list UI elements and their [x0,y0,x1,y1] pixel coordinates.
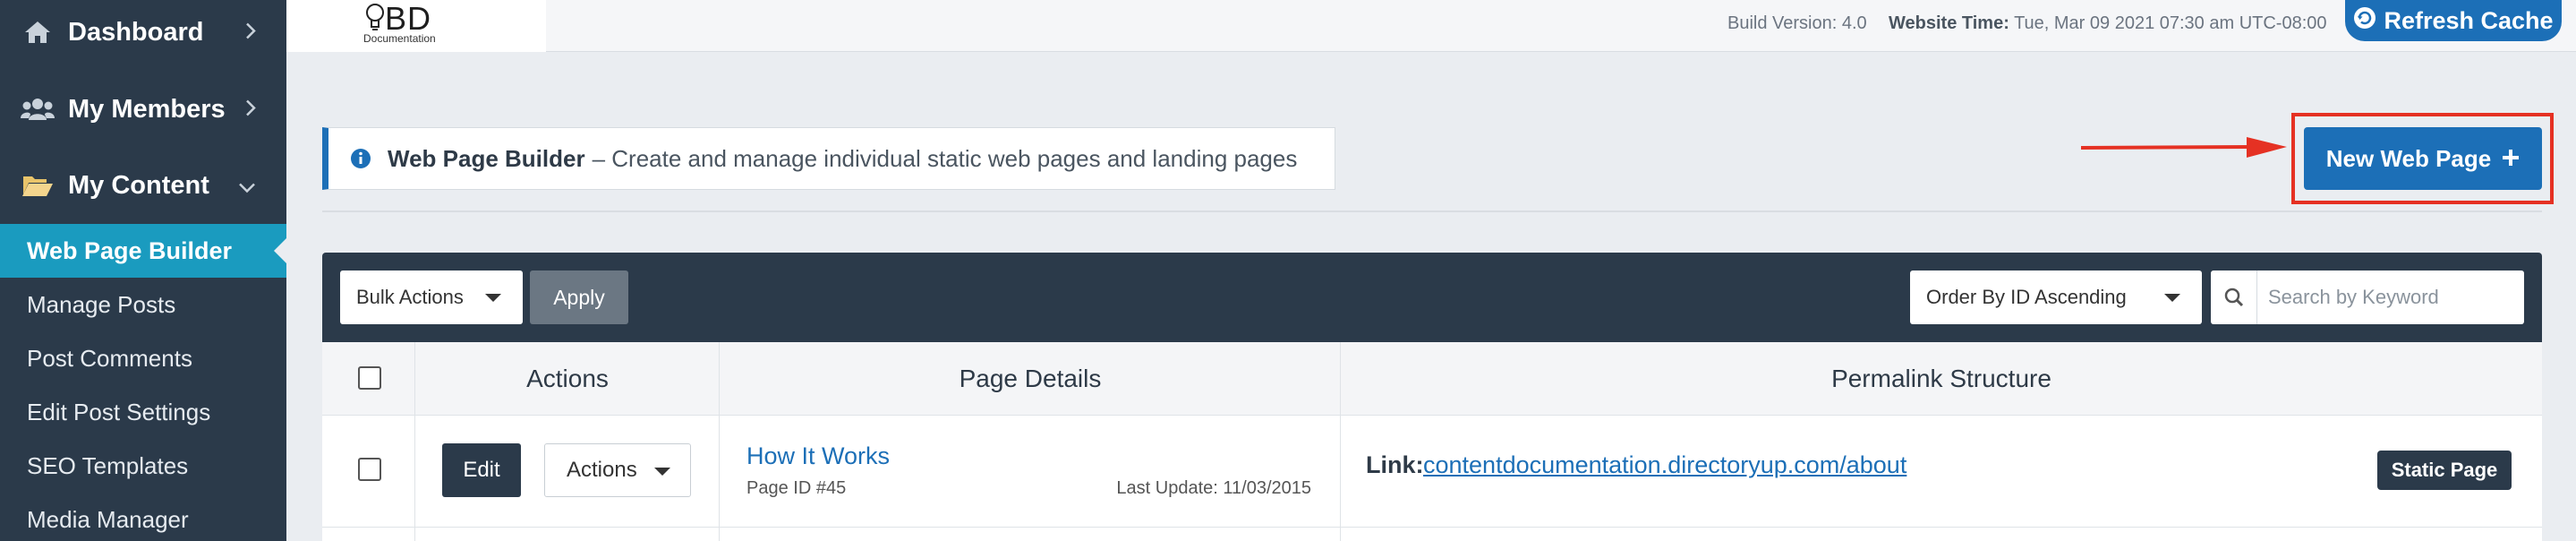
order-by-dropdown[interactable]: Order By ID Ascending [1910,270,2202,324]
apply-button[interactable]: Apply [530,270,628,324]
sidebar: Dashboard My Members My Content Web Page… [0,0,286,541]
sidebar-item-label: My Members [68,94,226,124]
row-actions-dropdown[interactable]: Actions [544,443,691,497]
page-type-badge: Static Page [2377,451,2512,490]
sidebar-item-edit-post-settings[interactable]: Edit Post Settings [0,385,286,439]
caret-down-icon [654,468,670,476]
plus-icon [2502,145,2520,173]
website-time: Website Time: Tue, Mar 09 2021 07:30 am … [1889,13,2327,34]
sidebar-item-my-content[interactable]: My Content [0,147,286,224]
column-header-permalink: Permalink Structure [1831,365,2051,392]
home-icon [20,17,55,47]
users-icon [20,94,55,125]
sidebar-item-dashboard[interactable]: Dashboard [0,0,286,71]
sidebar-item-post-comments[interactable]: Post Comments [0,331,286,385]
caret-down-icon [2164,294,2180,302]
permalink-url[interactable]: contentdocumentation.directoryup.com/abo… [1423,451,1906,479]
last-update: Last Update: 11/03/2015 [1116,478,1311,498]
search-box [2211,270,2524,324]
website-time-label: Website Time: [1889,13,2009,33]
table-toolbar: Bulk Actions Apply Order By ID Ascending [322,253,2542,342]
caret-down-icon [485,294,501,302]
page-type-label: Static Page [2391,459,2498,481]
chevron-right-icon [245,18,256,47]
pages-table: Actions Page Details Permalink Structure… [322,342,2542,541]
select-all-checkbox[interactable] [358,366,381,390]
folder-open-icon [20,170,55,201]
sidebar-item-label: Edit Post Settings [27,398,211,425]
sidebar-item-label: My Content [68,170,209,200]
sidebar-item-label: Web Page Builder [27,236,233,264]
search-icon [2211,270,2257,324]
bulk-actions-dropdown[interactable]: Bulk Actions [340,270,523,324]
chevron-right-icon [245,95,256,125]
order-by-label: Order By ID Ascending [1926,286,2127,308]
table-header: Actions Page Details Permalink Structure [322,342,2542,416]
sidebar-item-media-manager[interactable]: Media Manager [0,493,286,541]
column-divider [1340,342,1341,541]
refresh-icon [2353,6,2376,36]
bulk-actions-label: Bulk Actions [356,286,464,308]
info-icon [350,148,371,169]
new-web-page-label: New Web Page [2325,144,2492,172]
page-description: – Create and manage individual static we… [592,144,1298,172]
row-divider [322,527,2542,528]
logo[interactable]: BD Documentation [286,0,546,52]
column-header-page-details: Page Details [959,365,1102,392]
page-header-info: Web Page Builder – Create and manage ind… [322,127,1335,190]
build-version: Build Version: 4.0 [1727,13,1867,33]
new-web-page-button[interactable]: New Web Page [2304,127,2542,190]
refresh-cache-label: Refresh Cache [2384,6,2554,34]
page-title-link[interactable]: How It Works [746,442,890,470]
active-indicator [274,238,286,263]
sidebar-item-seo-templates[interactable]: SEO Templates [0,439,286,493]
link-label: Link: [1366,451,1424,478]
refresh-cache-button[interactable]: Refresh Cache [2345,0,2562,41]
annotation-arrow [2080,134,2287,166]
edit-button[interactable]: Edit [442,443,521,497]
sidebar-item-label: Manage Posts [27,290,176,318]
website-time-value: Tue, Mar 09 2021 07:30 am UTC-08:00 [2014,13,2327,33]
sidebar-item-label: Post Comments [27,344,192,372]
sidebar-item-label: SEO Templates [27,451,189,479]
header-divider [322,210,2542,212]
column-divider [414,342,415,541]
sidebar-item-label: Media Manager [27,505,189,533]
logo-subtitle: Documentation [363,32,436,45]
page-title: Web Page Builder [388,144,585,172]
column-divider [719,342,720,541]
apply-label: Apply [553,285,605,309]
sidebar-item-manage-posts[interactable]: Manage Posts [0,278,286,331]
search-input[interactable] [2257,286,2508,309]
row-checkbox[interactable] [358,458,381,481]
sidebar-item-web-page-builder[interactable]: Web Page Builder [0,224,286,278]
page-id: Page ID #45 [746,478,847,498]
column-header-actions: Actions [526,365,609,392]
chevron-down-icon [238,171,256,201]
sidebar-item-label: Dashboard [68,17,204,47]
top-bar: BD Documentation Build Version: 4.0 Webs… [286,0,2576,52]
row-actions-label: Actions [567,458,637,482]
edit-label: Edit [463,458,500,482]
sidebar-item-my-members[interactable]: My Members [0,71,286,148]
